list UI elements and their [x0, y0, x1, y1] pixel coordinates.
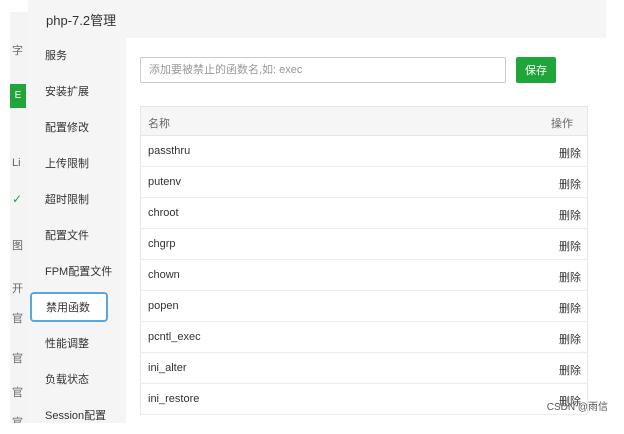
nav-item-session-config[interactable]: Session配置 — [28, 398, 126, 434]
delete-link[interactable]: 删除 — [559, 300, 581, 316]
table-row: putenv 删除 — [141, 167, 587, 198]
background-fragment: 官 — [12, 417, 23, 423]
nav-item-fpm-config-file[interactable]: FPM配置文件 — [28, 254, 126, 290]
table-row: ini_restore 删除 — [141, 384, 587, 415]
table-row: popen 删除 — [141, 291, 587, 322]
side-nav: 服务 安装扩展 配置修改 上传限制 超时限制 配置文件 FPM配置文件 禁用函数… — [28, 38, 126, 423]
table-row: chown 删除 — [141, 260, 587, 291]
function-name: putenv — [148, 176, 182, 188]
delete-link[interactable]: 删除 — [559, 362, 581, 378]
function-name: ini_restore — [148, 393, 200, 405]
save-button[interactable]: 保存 — [516, 57, 556, 83]
function-name: chown — [148, 269, 180, 281]
function-name: ini_alter — [148, 362, 187, 374]
table-row: ini_alter 删除 — [141, 353, 587, 384]
background-fragment: 图 — [12, 240, 23, 252]
background-fragment: Li — [12, 157, 21, 169]
table-row: chroot 删除 — [141, 198, 587, 229]
function-name: chroot — [148, 207, 179, 219]
delete-link[interactable]: 删除 — [559, 269, 581, 285]
nav-item-upload-limit[interactable]: 上传限制 — [28, 146, 126, 182]
background-fragment: 字 — [12, 45, 23, 57]
nav-item-timeout-limit[interactable]: 超时限制 — [28, 182, 126, 218]
background-panel-strip: 字 E Li ✓ 图 开 官 官 官 官 — [10, 12, 29, 423]
nav-item-disabled-functions[interactable]: 禁用函数 — [30, 292, 108, 322]
table-header: 名称 操作 — [141, 107, 587, 136]
delete-link[interactable]: 删除 — [559, 176, 581, 192]
watermark: CSDN @雨信 — [546, 402, 608, 413]
delete-link[interactable]: 删除 — [559, 238, 581, 254]
disabled-functions-panel: 保存 名称 操作 passthru 删除 putenv 删除 chroot 删除… — [126, 38, 606, 423]
nav-item-service[interactable]: 服务 — [28, 38, 126, 74]
table-row: chgrp 删除 — [141, 229, 587, 260]
dialog-title-bar: php-7.2管理 — [28, 0, 606, 39]
delete-link[interactable]: 删除 — [559, 207, 581, 223]
delete-link[interactable]: 删除 — [559, 331, 581, 347]
background-fragment: 开 — [12, 283, 23, 295]
background-fragment: 官 — [12, 313, 23, 325]
table-row: pcntl_exec 删除 — [141, 322, 587, 353]
function-name: popen — [148, 300, 179, 312]
disabled-functions-table: 名称 操作 passthru 删除 putenv 删除 chroot 删除 ch… — [140, 106, 588, 415]
function-name-input[interactable] — [140, 57, 506, 83]
delete-link[interactable]: 删除 — [559, 145, 581, 161]
function-name: passthru — [148, 145, 191, 157]
column-header-name: 名称 — [148, 118, 170, 130]
function-name: chgrp — [148, 238, 176, 250]
check-icon: ✓ — [12, 192, 23, 206]
column-header-action: 操作 — [551, 118, 573, 130]
nav-item-config-edit[interactable]: 配置修改 — [28, 110, 126, 146]
nav-item-performance-tuning[interactable]: 性能调整 — [28, 326, 126, 362]
background-fragment: 官 — [12, 387, 23, 399]
nav-item-config-file[interactable]: 配置文件 — [28, 218, 126, 254]
dialog-title: php-7.2管理 — [46, 13, 117, 28]
function-name: pcntl_exec — [148, 331, 201, 343]
background-fragment: 官 — [12, 353, 23, 365]
nav-item-load-status[interactable]: 负载状态 — [28, 362, 126, 398]
background-green-button: E — [10, 84, 26, 108]
php-manager-dialog: php-7.2管理 服务 安装扩展 配置修改 上传限制 超时限制 配置文件 FP… — [28, 0, 606, 423]
table-row: passthru 删除 — [141, 136, 587, 167]
nav-item-install-extensions[interactable]: 安装扩展 — [28, 74, 126, 110]
